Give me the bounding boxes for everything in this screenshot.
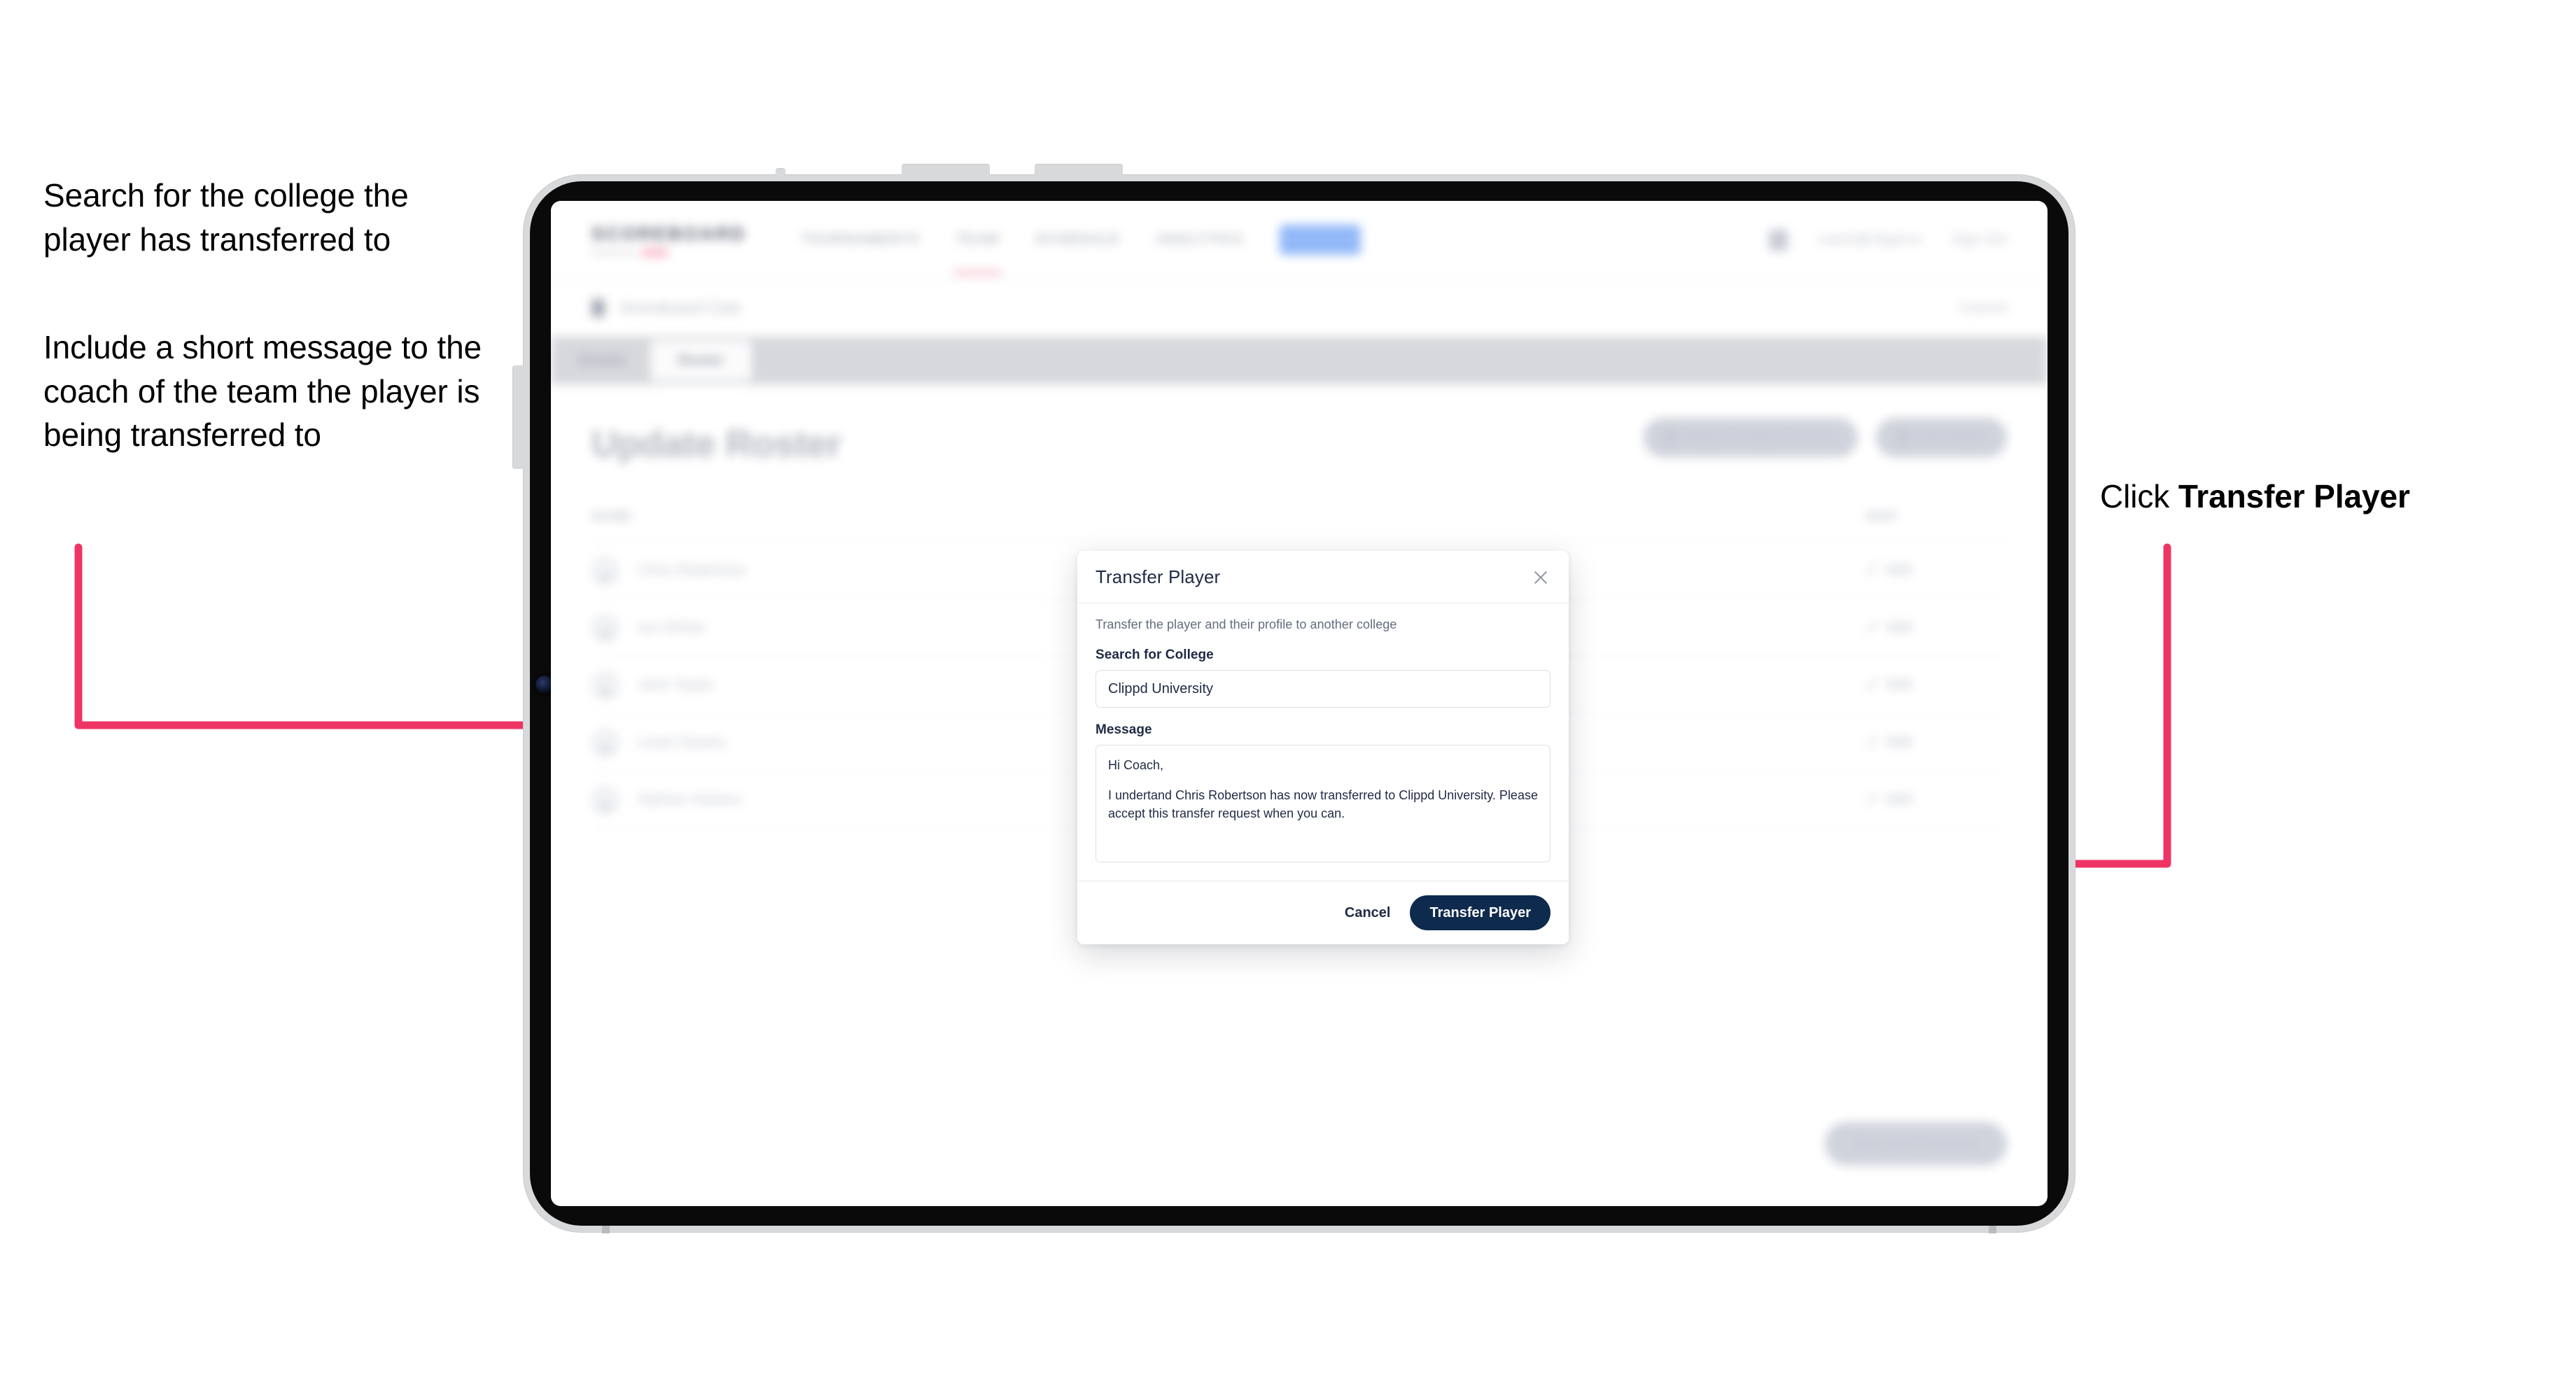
add-player-button[interactable]: Add Player — [1875, 418, 2007, 457]
edit-label: Edit — [1887, 677, 1912, 692]
annotation-click-transfer-player: Click Transfer Player — [2100, 475, 2548, 519]
save-and-continue-button[interactable]: Save and Continue — [1824, 1122, 2007, 1166]
modal-body: Transfer the player and their profile to… — [1077, 603, 1569, 881]
edit-player-button[interactable]: Edit — [1867, 678, 2007, 693]
breadcrumb: Scoreboard Club Cancel — [551, 279, 2047, 337]
edit-label: Edit — [1887, 792, 1912, 807]
request-player-transfer-button[interactable]: Request Player Transfer — [1644, 418, 1858, 457]
nav-item-tournaments[interactable]: TOURNAMENTS — [801, 225, 920, 255]
sign-out-link[interactable]: Sign Out — [1952, 232, 2007, 248]
power-button[interactable] — [513, 365, 524, 469]
brand-subtitle-row: Powered by — [592, 248, 746, 257]
modal-footer: Cancel Transfer Player — [1077, 881, 1569, 944]
edit-player-button[interactable]: Edit — [1867, 792, 2007, 808]
cancel-button[interactable]: Cancel — [1340, 899, 1395, 927]
nav-links: TOURNAMENTS TEAM SCHEDULE ANALYTICS ADMI… — [801, 225, 1362, 275]
brand-powered-by: Powered by — [592, 248, 637, 257]
pencil-icon — [1867, 794, 1879, 806]
page-title: Update Roster — [592, 424, 842, 465]
screenshot-canvas: Search for the college the player has tr… — [0, 0, 2576, 1386]
nav-item-team[interactable]: TEAM — [953, 225, 1002, 275]
tab-strip: Details Roster — [551, 337, 2047, 384]
volume-down-button[interactable] — [1035, 164, 1123, 176]
edit-player-button[interactable]: Edit — [1867, 563, 2007, 578]
annotation-search-college: Search for the college the player has tr… — [43, 177, 409, 258]
team-icon — [592, 298, 605, 317]
nav-item-admin[interactable]: ADMIN — [1280, 225, 1362, 255]
page-action-buttons: Request Player Transfer Add Player — [1644, 418, 2007, 457]
transfer-player-button[interactable]: Transfer Player — [1410, 895, 1550, 930]
search-college-label: Search for College — [1096, 648, 1214, 662]
modal-header: Transfer Player — [1077, 551, 1569, 603]
user-email: coach@clippd.io — [1818, 232, 1922, 247]
tablet-device-frame: SCOREBOARD Powered by TOURNAMENTS TEAM S… — [513, 164, 2075, 1233]
edit-player-button[interactable]: Edit — [1867, 620, 2007, 636]
volume-up-button[interactable] — [902, 164, 990, 176]
message-line-1: Hi Coach, — [1108, 758, 1164, 772]
table-header-row: NAME EDIT — [592, 493, 2007, 542]
message-line-2: I undertand Chris Robertson has now tran… — [1108, 788, 1538, 821]
search-college-input[interactable]: Clippd University — [1096, 670, 1550, 708]
device-mic-notch — [776, 169, 785, 176]
message-label: Message — [1096, 722, 1152, 737]
pencil-icon — [1867, 679, 1879, 691]
cancel-link[interactable]: Cancel — [1959, 300, 2007, 316]
brand-logo[interactable]: SCOREBOARD Powered by — [592, 223, 746, 257]
edit-label: Edit — [1887, 620, 1912, 635]
annotation-right-bold: Transfer Player — [2178, 478, 2410, 514]
close-icon[interactable] — [1531, 568, 1550, 587]
nav-item-schedule[interactable]: SCHEDULE — [1035, 225, 1119, 255]
pencil-icon — [1867, 622, 1879, 634]
avatar — [592, 785, 620, 814]
edit-label: Edit — [1887, 562, 1912, 578]
tablet-screen: SCOREBOARD Powered by TOURNAMENTS TEAM S… — [551, 201, 2047, 1206]
college-field-block: Search for College Clippd University — [1096, 648, 1550, 708]
message-textarea[interactable]: Hi Coach, I undertand Chris Robertson ha… — [1096, 745, 1550, 862]
message-field-block: Message Hi Coach, I undertand Chris Robe… — [1096, 722, 1550, 862]
edit-player-button[interactable]: Edit — [1867, 735, 2007, 750]
device-bezel: SCOREBOARD Powered by TOURNAMENTS TEAM S… — [530, 181, 2068, 1226]
pencil-icon — [1867, 564, 1879, 576]
avatar — [592, 728, 620, 757]
column-header-edit: EDIT — [1867, 509, 1898, 524]
annotation-right-prefix: Click — [2100, 478, 2178, 514]
tab-roster[interactable]: Roster — [650, 340, 752, 381]
pencil-icon — [1867, 736, 1879, 748]
transfer-player-modal: Transfer Player Transfer the player and … — [1077, 551, 1569, 944]
column-header-name: NAME — [592, 509, 632, 524]
tab-details[interactable]: Details — [555, 337, 650, 384]
nav-right-cluster: coach@clippd.io Sign Out — [1768, 229, 2007, 251]
breadcrumb-text: Scoreboard Club — [620, 298, 741, 316]
avatar — [592, 556, 620, 584]
modal-description: Transfer the player and their profile to… — [1096, 617, 1397, 631]
avatar — [592, 671, 620, 699]
avatar[interactable] — [1768, 229, 1788, 251]
app-top-navigation: SCOREBOARD Powered by TOURNAMENTS TEAM S… — [551, 201, 2047, 279]
add-player-label: Add Player — [1916, 430, 1986, 444]
clippd-logo-mark — [641, 248, 668, 257]
nav-item-analytics[interactable]: ANALYTICS — [1156, 225, 1243, 255]
plus-icon — [1896, 432, 1908, 443]
avatar — [592, 613, 620, 642]
brand-name: SCOREBOARD — [592, 223, 747, 244]
edit-label: Edit — [1887, 734, 1912, 750]
annotation-include-message: Include a short message to the coach of … — [43, 329, 482, 454]
modal-title: Transfer Player — [1096, 566, 1221, 587]
request-player-transfer-label: Request Player Transfer — [1684, 430, 1837, 444]
transfer-icon — [1665, 432, 1676, 443]
